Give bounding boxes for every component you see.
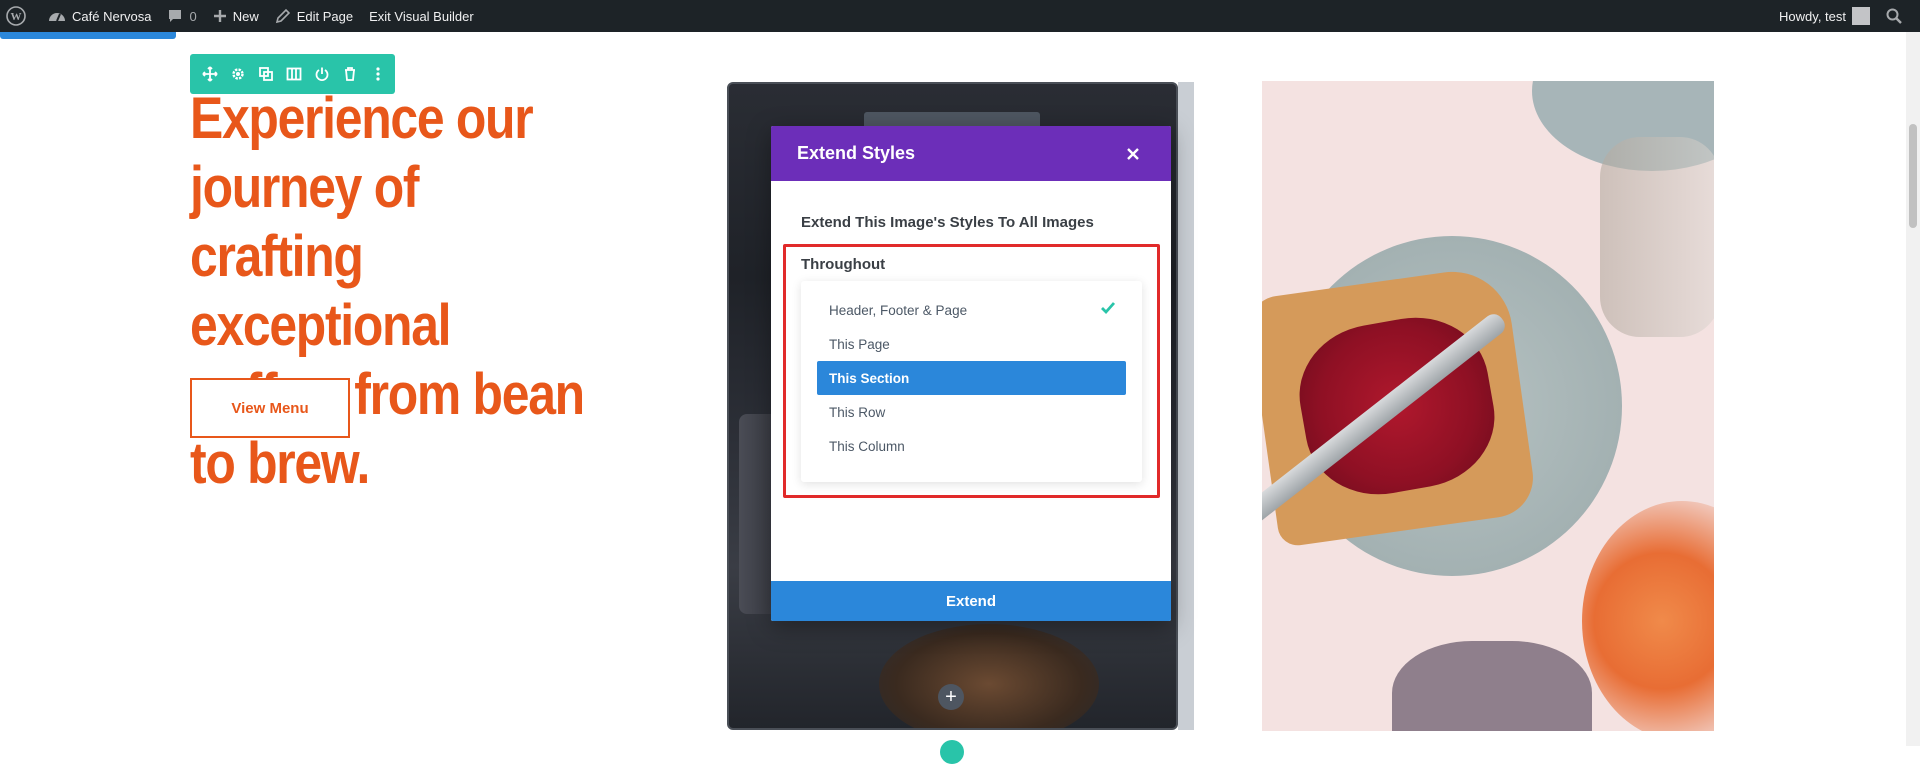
site-name: Café Nervosa — [72, 8, 152, 24]
comments-count: 0 — [189, 8, 197, 24]
svg-text:W: W — [11, 11, 22, 23]
user-account-menu[interactable]: Howdy, test — [1771, 0, 1878, 32]
exit-visual-builder-link[interactable]: Exit Visual Builder — [361, 0, 482, 32]
extend-styles-dialog: Extend Styles Extend This Image's Styles… — [771, 126, 1171, 621]
dashboard-icon — [49, 13, 65, 22]
new-content-link[interactable]: New — [205, 0, 267, 32]
option-this-page[interactable]: This Page — [817, 327, 1126, 361]
wordpress-logo-icon[interactable]: W — [0, 0, 40, 32]
option-label: Header, Footer & Page — [829, 302, 968, 318]
option-label: This Row — [829, 404, 886, 420]
option-label: This Section — [829, 370, 910, 386]
trash-icon[interactable] — [340, 64, 360, 84]
juice-glass-shape — [1582, 501, 1714, 731]
move-icon[interactable] — [200, 64, 220, 84]
scope-options-list: Header, Footer & Page This Page This Sec… — [801, 281, 1142, 482]
dialog-title: Extend Styles — [797, 143, 916, 163]
site-name-link[interactable]: Café Nervosa — [40, 0, 159, 32]
gear-icon[interactable] — [228, 64, 248, 84]
option-header-footer-page[interactable]: Header, Footer & Page — [817, 293, 1126, 327]
view-menu-button[interactable]: View Menu — [190, 378, 350, 438]
plus-icon — [213, 10, 226, 22]
search-icon[interactable] — [1878, 0, 1920, 32]
close-icon[interactable] — [1121, 142, 1145, 166]
option-this-column[interactable]: This Column — [817, 429, 1126, 463]
napkin-shape — [1392, 641, 1592, 731]
new-label: New — [232, 8, 259, 24]
power-icon[interactable] — [312, 64, 332, 84]
duplicate-icon[interactable] — [256, 64, 276, 84]
dialog-header: Extend Styles — [771, 126, 1171, 181]
checkmark-icon — [1101, 302, 1116, 315]
column-edge — [1178, 82, 1194, 730]
exit-visual-builder-label: Exit Visual Builder — [369, 8, 474, 24]
option-label: This Column — [829, 438, 905, 454]
toast-photo[interactable] — [1262, 81, 1714, 731]
avatar — [1852, 7, 1870, 25]
add-module-button[interactable]: + — [938, 684, 964, 710]
section-indicator-strip — [0, 32, 176, 39]
throughout-label: Throughout — [801, 256, 886, 273]
add-row-button[interactable] — [940, 740, 964, 764]
option-this-row[interactable]: This Row — [817, 395, 1126, 429]
more-options-icon[interactable] — [368, 64, 388, 84]
option-this-section[interactable]: This Section — [817, 361, 1126, 395]
coffee-beans-shape — [879, 624, 1099, 728]
columns-icon[interactable] — [284, 64, 304, 84]
option-label: This Page — [829, 336, 890, 352]
comment-icon — [169, 10, 182, 22]
wp-admin-bar: W Café Nervosa 0 New Edit Page Exit Visu… — [0, 0, 1920, 32]
dialog-subtitle: Extend This Image's Styles To All Images — [801, 214, 1094, 231]
extend-button[interactable]: Extend — [771, 581, 1171, 621]
module-toolbar-tab[interactable] — [864, 112, 1040, 126]
pencil-icon — [275, 8, 290, 24]
scrollbar-thumb[interactable] — [1909, 124, 1917, 228]
glass-shape — [1600, 137, 1714, 337]
edit-page-link[interactable]: Edit Page — [267, 0, 361, 32]
comments-link[interactable]: 0 — [159, 0, 204, 32]
howdy-label: Howdy, test — [1779, 8, 1846, 24]
edit-page-label: Edit Page — [296, 8, 354, 24]
